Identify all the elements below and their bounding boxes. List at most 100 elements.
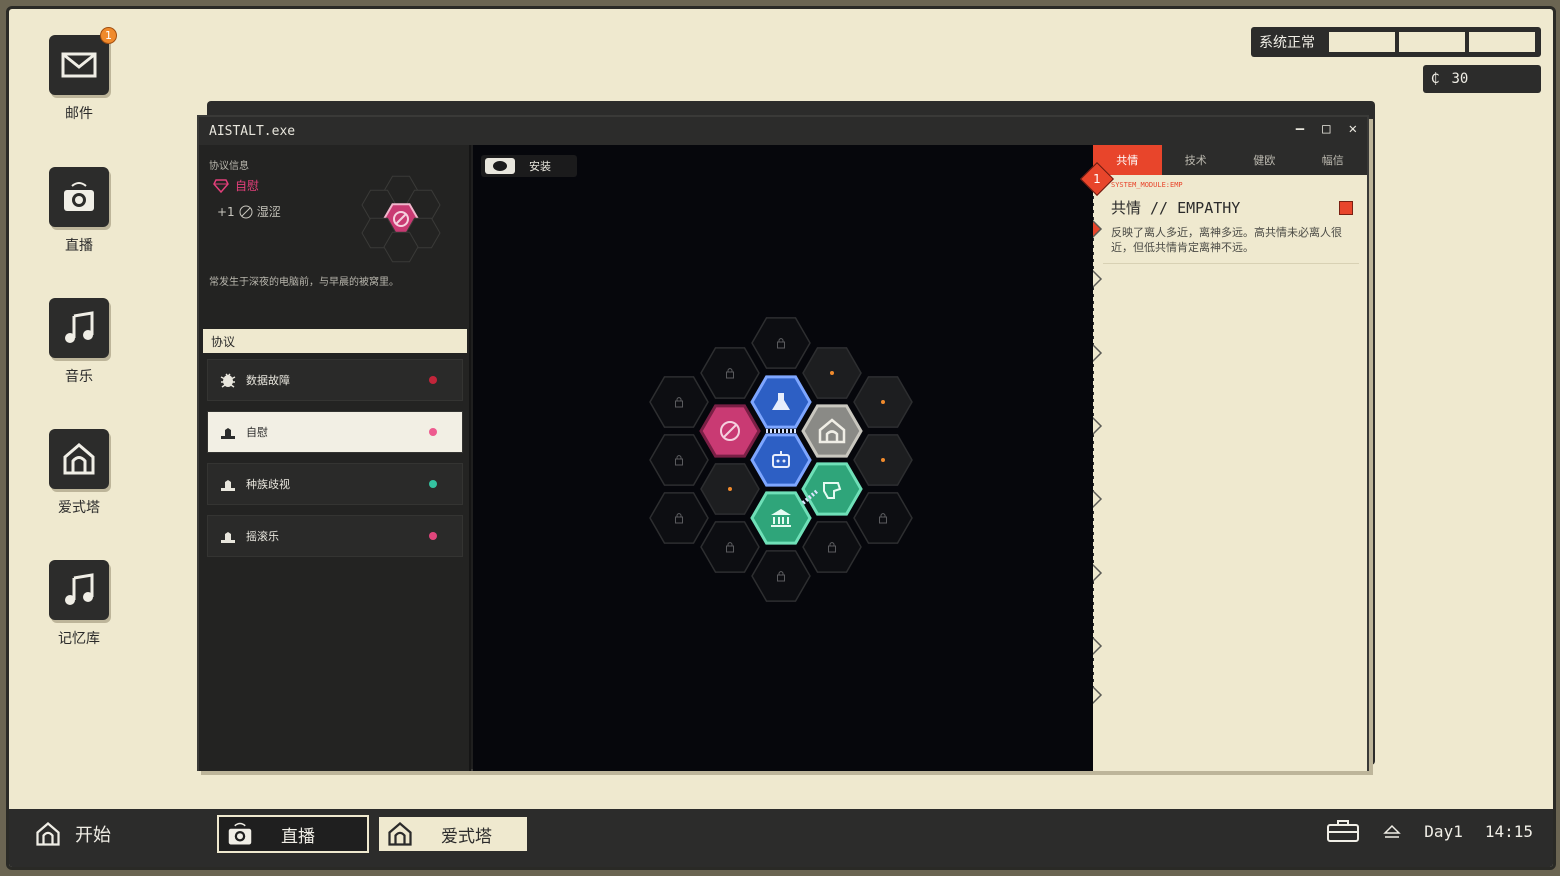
status-dot bbox=[429, 428, 437, 436]
tab-tech[interactable]: 技术 bbox=[1162, 145, 1231, 175]
install-label: 安装 bbox=[529, 160, 551, 173]
briefcase-icon[interactable] bbox=[1326, 819, 1360, 843]
rail-marker-locked bbox=[1093, 636, 1103, 656]
credit-counter: ₵ 30 bbox=[1423, 65, 1541, 93]
protocol-item-rock[interactable]: 摇滚乐 bbox=[207, 515, 463, 557]
hex-cell-locked[interactable] bbox=[700, 347, 760, 399]
rail-marker-locked bbox=[1093, 489, 1103, 509]
hex-cell-locked[interactable] bbox=[751, 550, 811, 602]
hex-cell-available[interactable] bbox=[700, 463, 760, 515]
desktop-icon-music[interactable]: 音乐 bbox=[39, 298, 119, 386]
tab-health[interactable]: 健欧 bbox=[1230, 145, 1299, 175]
camera-icon bbox=[49, 167, 109, 227]
desktop-icon-live[interactable]: 直播 bbox=[39, 167, 119, 255]
tower-icon bbox=[49, 429, 109, 489]
taskbar-item-tower[interactable]: 爱式塔 bbox=[377, 815, 529, 853]
protocol-item-masturbation[interactable]: 自慰 bbox=[207, 411, 463, 453]
system-status-bar: 系统正常 bbox=[1251, 27, 1541, 57]
clock: 14:15 bbox=[1484, 821, 1533, 841]
hex-cell-available[interactable] bbox=[802, 347, 862, 399]
hex-cell-tower[interactable] bbox=[801, 404, 863, 458]
module-id: SYSTEM_MODULE:EMP bbox=[1111, 181, 1183, 189]
hex-board: 安装 bbox=[473, 145, 1093, 771]
hand-icon bbox=[218, 422, 238, 442]
tower-icon bbox=[388, 822, 412, 846]
system-status-text: 系统正常 bbox=[1259, 35, 1315, 51]
stat-title: 共情 // EMPATHY bbox=[1111, 199, 1241, 217]
protocol-panel: 协议信息 自慰 +1 湿涩 常发生于深夜的电脑前，与早晨的被窝里。 协议 数据故… bbox=[199, 145, 471, 771]
hex-cell-locked[interactable] bbox=[700, 521, 760, 573]
eject-icon[interactable] bbox=[1382, 823, 1402, 839]
protocol-item-racism[interactable]: 种族歧视 bbox=[207, 463, 463, 505]
progress-rail bbox=[1093, 175, 1103, 705]
day-label: Day1 bbox=[1424, 821, 1463, 841]
divider bbox=[1103, 263, 1359, 264]
desktop-icon-mail[interactable]: 1 邮件 bbox=[39, 27, 119, 123]
status-dot bbox=[429, 480, 437, 488]
coin-icon: ₵ bbox=[1431, 71, 1440, 87]
rail-marker-locked bbox=[1093, 685, 1103, 705]
feather-icon bbox=[239, 205, 253, 218]
notification-badge: 1 bbox=[100, 27, 117, 44]
tab-faith[interactable]: 幅信 bbox=[1299, 145, 1368, 175]
music-note-icon bbox=[49, 560, 109, 620]
rail-marker-checked bbox=[1093, 219, 1103, 239]
hex-cell-tech[interactable] bbox=[750, 375, 812, 429]
hand-icon bbox=[218, 474, 238, 494]
desktop-icon-tower[interactable]: 爱式塔 bbox=[39, 429, 119, 517]
desktop-icon-label: 音乐 bbox=[65, 369, 93, 385]
desktop-icon-label: 邮件 bbox=[65, 106, 93, 122]
close-icon[interactable] bbox=[1339, 201, 1353, 215]
bug-icon bbox=[218, 370, 238, 390]
stat-description: 反映了离人多近，离神多远。高共情未必离人很近，但低共情肯定离神不远。 bbox=[1111, 226, 1342, 254]
close-icon[interactable]: ✕ bbox=[1349, 121, 1357, 137]
slot-dot-icon bbox=[830, 371, 834, 375]
minimize-icon[interactable]: — bbox=[1296, 121, 1304, 137]
hex-cell-locked[interactable] bbox=[649, 376, 709, 428]
window-titlebar[interactable]: AISTALT.exe — □ ✕ bbox=[199, 117, 1367, 145]
mini-hex-preview bbox=[361, 175, 441, 263]
desktop-icon-label: 爱式塔 bbox=[58, 500, 100, 516]
taskbar: 开始 直播 爱式塔 Day1 14:15 bbox=[9, 809, 1553, 867]
rail-marker-locked bbox=[1093, 269, 1103, 289]
camera-icon bbox=[228, 822, 252, 845]
status-segment bbox=[1329, 32, 1395, 52]
system-tray: Day1 14:15 bbox=[1326, 819, 1533, 843]
rail-marker-locked bbox=[1093, 416, 1103, 436]
tower-icon bbox=[36, 822, 60, 846]
music-note-icon bbox=[49, 298, 109, 358]
maximize-icon[interactable]: □ bbox=[1322, 121, 1330, 137]
hex-cell-locked[interactable] bbox=[649, 492, 709, 544]
protocol-description: 常发生于深夜的电脑前，与早晨的被窝里。 bbox=[209, 277, 399, 288]
hex-cell-locked[interactable] bbox=[802, 521, 862, 573]
desktop-icon-label: 直播 bbox=[65, 238, 93, 254]
credit-value: 30 bbox=[1451, 71, 1469, 87]
hex-cell-locked[interactable] bbox=[751, 317, 811, 369]
hex-cell-tech[interactable] bbox=[750, 433, 812, 487]
desktop-icon-memory[interactable]: 记忆库 bbox=[39, 560, 119, 648]
slot-dot-icon bbox=[728, 487, 732, 491]
gem-icon bbox=[213, 178, 229, 193]
protocol-list-header: 协议 bbox=[203, 329, 467, 353]
start-button[interactable]: 开始 bbox=[33, 819, 111, 849]
hex-cell-masturbation[interactable] bbox=[699, 404, 761, 458]
stat-detail-panel: 共情 技术 健欧 幅信 SYSTEM_MODULE:EMP 共情 // EMPA… bbox=[1093, 145, 1367, 771]
hex-cell-available[interactable] bbox=[853, 376, 913, 428]
install-toggle[interactable]: 安装 bbox=[481, 155, 577, 177]
stat-tabs: 共情 技术 健欧 幅信 bbox=[1093, 145, 1367, 175]
hex-cell-faith[interactable] bbox=[750, 491, 812, 545]
mail-icon: 1 bbox=[49, 27, 117, 95]
hex-cell-locked[interactable] bbox=[853, 492, 913, 544]
hex-grid[interactable] bbox=[473, 145, 1093, 771]
hex-cell-faith[interactable] bbox=[801, 462, 863, 516]
protocol-item-data-glitch[interactable]: 数据故障 bbox=[207, 359, 463, 401]
desktop: 1 邮件 直播 音乐 爱式塔 记忆库 系统正常 ₵ 30 AISTALT.exe… bbox=[6, 6, 1556, 870]
hex-cell-available[interactable] bbox=[853, 434, 913, 486]
slot-dot-icon bbox=[881, 458, 885, 462]
hand-icon bbox=[218, 526, 238, 546]
status-dot bbox=[429, 532, 437, 540]
taskbar-item-live[interactable]: 直播 bbox=[217, 815, 369, 853]
hex-cell-locked[interactable] bbox=[649, 434, 709, 486]
protocol-info-header: 协议信息 bbox=[209, 161, 249, 172]
slot-dot-icon bbox=[881, 400, 885, 404]
